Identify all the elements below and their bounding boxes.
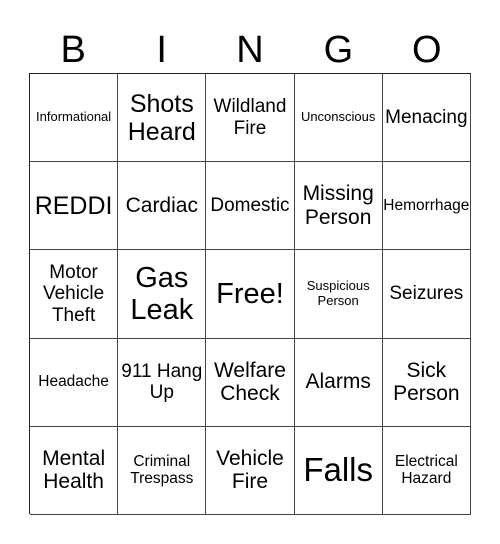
bingo-cell[interactable]: Sick Person [382, 338, 471, 427]
bingo-cell[interactable]: Falls [294, 426, 383, 515]
bingo-cell[interactable]: Domestic [206, 162, 295, 251]
header-letter-g: G [323, 29, 354, 71]
bingo-cell[interactable]: Criminal Trespass [118, 426, 207, 515]
bingo-cell[interactable]: Suspicious Person [294, 250, 383, 339]
header-letter-b: B [60, 29, 86, 71]
bingo-cell[interactable]: Alarms [294, 338, 383, 427]
bingo-header: B I N G O [29, 28, 471, 72]
bingo-cell[interactable]: Electrical Hazard [382, 426, 471, 515]
bingo-cell[interactable]: 911 Hang Up [118, 338, 207, 427]
bingo-cell[interactable]: Seizures [382, 250, 471, 339]
bingo-cell[interactable]: Vehicle Fire [206, 426, 295, 515]
header-letter-n: N [236, 29, 264, 71]
bingo-cell[interactable]: Welfare Check [206, 338, 295, 427]
bingo-cell[interactable]: Hemorrhage [382, 162, 471, 251]
free-space-cell[interactable]: Free! [206, 250, 295, 339]
bingo-cell[interactable]: Informational [30, 74, 119, 163]
bingo-cell[interactable]: Mental Health [30, 426, 119, 515]
bingo-cell[interactable]: Headache [30, 338, 119, 427]
header-letter-i: I [156, 29, 167, 71]
header-letter-o: O [412, 29, 442, 71]
bingo-cell[interactable]: REDDI [30, 162, 119, 251]
bingo-cell[interactable]: Gas Leak [118, 250, 207, 339]
bingo-cell[interactable]: Missing Person [294, 162, 383, 251]
bingo-cell[interactable]: Cardiac [118, 162, 207, 251]
bingo-cell[interactable]: Wildland Fire [206, 74, 295, 163]
bingo-cell[interactable]: Shots Heard [118, 74, 207, 163]
bingo-cell[interactable]: Unconscious [294, 74, 383, 163]
bingo-board: Informational Shots Heard Wildland Fire … [29, 73, 471, 515]
bingo-cell[interactable]: Motor Vehicle Theft [30, 250, 119, 339]
bingo-cell[interactable]: Menacing [382, 74, 471, 163]
